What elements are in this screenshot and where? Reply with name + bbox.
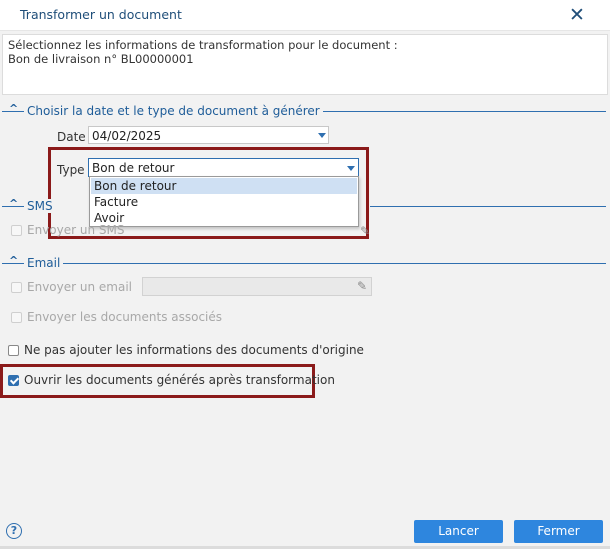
pencil-icon: ✎ <box>360 224 371 238</box>
help-icon[interactable]: ? <box>6 523 22 539</box>
cancel-button[interactable]: Lancer <box>414 520 503 543</box>
send-sms-checkbox[interactable] <box>11 225 22 236</box>
send-docs-label: Envoyer les documents associés <box>27 310 223 324</box>
type-value: Bon de retour <box>92 161 175 175</box>
window-title: Transformer un document <box>20 7 182 22</box>
chevron-up-icon[interactable]: ^ <box>9 254 18 267</box>
type-option[interactable]: Avoir <box>91 210 357 226</box>
type-option[interactable]: Bon de retour <box>91 178 357 194</box>
chevron-up-icon[interactable]: ^ <box>9 102 18 115</box>
type-label: Type <box>57 163 85 177</box>
type-dropdown-list: Bon de retour Facture Avoir <box>89 176 359 227</box>
date-value: 04/02/2025 <box>92 129 162 143</box>
no-origin-info-checkbox[interactable] <box>8 345 19 356</box>
section-divider-sms-right <box>370 206 606 207</box>
close-button[interactable]: Fermer <box>514 520 603 543</box>
chevron-up-icon[interactable]: ^ <box>9 197 18 210</box>
send-docs-checkbox[interactable] <box>11 312 22 323</box>
send-email-label: Envoyer un email <box>27 280 132 294</box>
chevron-down-icon[interactable] <box>318 133 326 138</box>
pencil-icon: ✎ <box>357 279 368 293</box>
send-email-checkbox[interactable] <box>11 282 22 293</box>
no-origin-info-label[interactable]: Ne pas ajouter les informations des docu… <box>24 343 364 357</box>
date-label: Date <box>57 130 86 144</box>
send-sms-label: Envoyer un SMS <box>27 223 125 237</box>
email-field: ✎ <box>142 277 372 296</box>
open-after-checkbox[interactable] <box>8 375 19 386</box>
type-option[interactable]: Facture <box>91 194 357 210</box>
section-divider-email <box>2 263 606 264</box>
date-field[interactable]: 04/02/2025 <box>88 126 329 144</box>
open-after-label[interactable]: Ouvrir les documents générés après trans… <box>24 373 335 387</box>
instructions-line-1: Sélectionnez les informations de transfo… <box>8 38 398 52</box>
close-icon[interactable]: ✕ <box>566 4 588 26</box>
type-select[interactable]: Bon de retour <box>88 158 359 177</box>
section-title-sms[interactable]: SMS <box>24 199 56 213</box>
section-title-generate[interactable]: Choisir la date et le type de document à… <box>24 104 323 118</box>
chevron-down-icon[interactable] <box>347 166 355 171</box>
section-title-email[interactable]: Email <box>24 256 64 270</box>
instructions-line-2: Bon de livraison n° BL00000001 <box>8 52 194 66</box>
